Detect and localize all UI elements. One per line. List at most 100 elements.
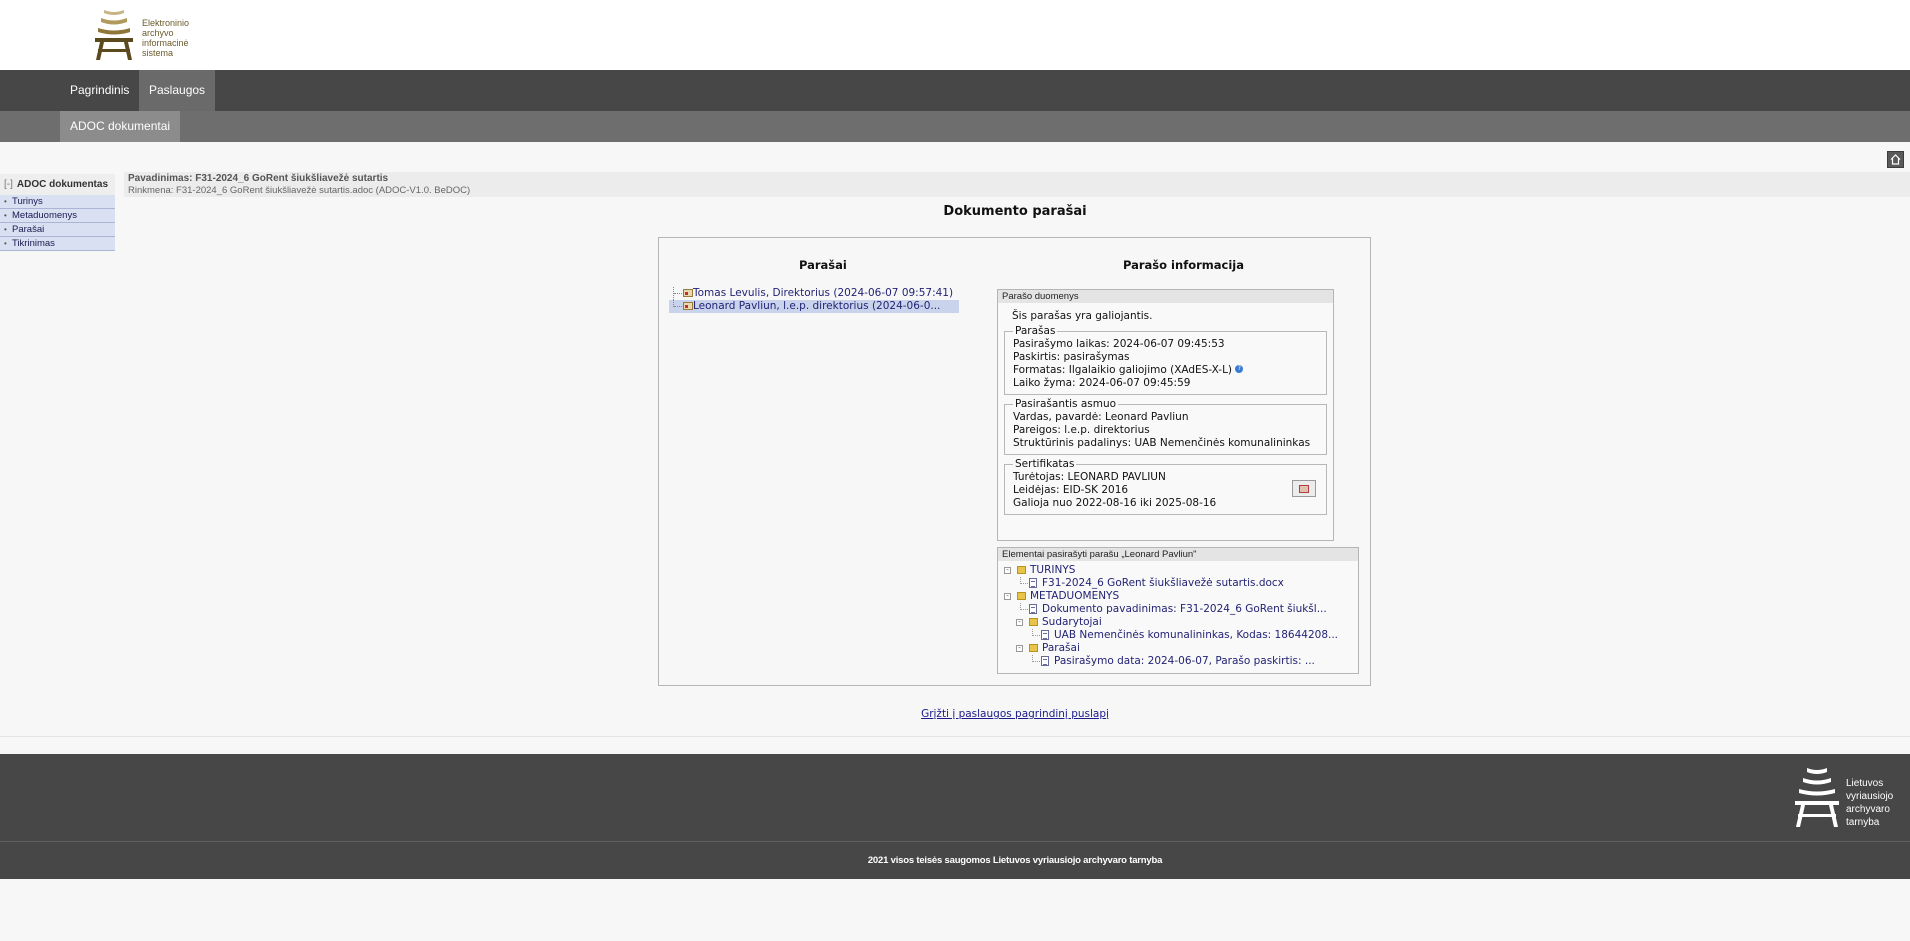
tree-node-label: UAB Nemenčinės komunalininkas, Kodas: 18… (1054, 629, 1339, 641)
document-info-bar: Pavadinimas: F31-2024_6 GoRent šiukšliav… (124, 172, 1910, 197)
signature-info-heading: Parašo informacija (1123, 258, 1244, 272)
logo-line: archyvo (142, 28, 174, 38)
signature-label: Tomas Levulis, Direktorius (2024-06-07 0… (693, 287, 954, 299)
collapse-toggle-icon[interactable]: - (1004, 567, 1011, 574)
signature-valid-status: Šis parašas yra galiojantis. (1012, 310, 1153, 322)
signer-fieldset: Pasirašantis asmuo Vardas, pavardė: Leon… (1004, 398, 1327, 455)
side-menu-item-tikrinimas[interactable]: Tikrinimas (0, 237, 115, 251)
signer-legend: Pasirašantis asmuo (1015, 398, 1117, 410)
document-icon (1041, 656, 1049, 666)
signature-item[interactable]: Tomas Levulis, Direktorius (2024-06-07 0… (669, 287, 969, 300)
tree-connector (1032, 629, 1040, 636)
document-icon (1041, 630, 1049, 640)
signature-legend: Parašas (1015, 325, 1056, 337)
page-title: Dokumento parašai (943, 204, 1087, 219)
signed-elements-panel: Elementai pasirašyti parašu „Leonard Pav… (997, 547, 1359, 674)
tree-node-file[interactable]: F31-2024_6 GoRent šiukšliavežė sutartis.… (998, 577, 1358, 590)
tree-node-label: METADUOMENYS (1030, 590, 1120, 602)
eais-logo[interactable]: Elektroninio archyvo informacinė sistema (92, 8, 212, 62)
document-name: Pavadinimas: F31-2024_6 GoRent šiukšliav… (128, 173, 389, 184)
nav-item-paslaugos[interactable]: Paslaugos (139, 70, 216, 111)
tree-connector (673, 287, 683, 300)
tree-node-turinys[interactable]: - TURINYS (998, 564, 1358, 577)
home-icon (1890, 154, 1901, 165)
signing-purpose: Paskirtis: pasirašymas (1013, 351, 1130, 363)
logo-text: Elektroninio archyvo informacinė sistema (142, 18, 189, 58)
tree-node-sudarytojai[interactable]: - Sudarytojai (998, 616, 1358, 629)
signature-format-row: Formatas: Ilgalaikio galiojimo (XAdES-X-… (1013, 364, 1318, 377)
view-certificate-button[interactable] (1292, 480, 1316, 497)
tree-connector (1020, 577, 1028, 584)
tree-node-parasai[interactable]: - Parašai (998, 642, 1358, 655)
signature-data-panel: Parašo duomenys Šis parašas yra galiojan… (997, 289, 1334, 541)
side-menu-item-parasai[interactable]: Parašai (0, 223, 115, 237)
content-divider (0, 736, 1910, 737)
certificate-legend: Sertifikatas (1015, 458, 1075, 470)
logo-line: sistema (142, 48, 174, 58)
signing-time: Pasirašymo laikas: 2024-06-07 09:45:53 (1013, 338, 1225, 350)
tree-node-label: F31-2024_6 GoRent šiukšliavežė sutartis.… (1042, 577, 1284, 589)
certificate-validity: Galioja nuo 2022-08-16 iki 2025-08-16 (1013, 497, 1217, 509)
logo-line: informacinė (142, 38, 189, 48)
tree-connector (1032, 655, 1040, 662)
folder-icon (1029, 644, 1038, 652)
signature-format: Formatas: Ilgalaikio galiojimo (XAdES-X-… (1013, 364, 1233, 376)
signer-unit: Struktūrinis padalinys: UAB Nemenčinės k… (1013, 437, 1311, 449)
side-menu-title[interactable]: [-] ADOC dokumentas (0, 174, 115, 195)
tree-node-label: Parašai (1042, 642, 1080, 654)
signature-icon (683, 289, 693, 297)
archive-logo-icon (95, 10, 133, 60)
signatures-tree: Tomas Levulis, Direktorius (2024-06-07 0… (669, 287, 969, 313)
signature-icon (683, 302, 693, 310)
back-to-service-link[interactable]: Grįžti į paslaugos pagrindinį puslapį (0, 708, 1910, 720)
side-menu-title-label: ADOC dokumentas (16, 179, 109, 190)
footer-logo-line: archyvaro (1846, 804, 1890, 815)
folder-icon (1017, 566, 1026, 574)
subnav-item-adoc[interactable]: ADOC dokumentai (60, 111, 181, 142)
signature-data-title: Parašo duomenys (998, 290, 1333, 303)
tree-node-doc-title[interactable]: Dokumento pavadinimas: F31-2024_6 GoRent… (998, 603, 1358, 616)
footer-logo-line: tarnyba (1846, 817, 1880, 828)
certificate-holder: Turėtojas: LEONARD PAVLIUN (1013, 471, 1166, 483)
footer-separator (0, 841, 1910, 842)
header: Elektroninio archyvo informacinė sistema (0, 0, 1910, 70)
tree-connector (1020, 603, 1028, 610)
nav-item-pagrindinis[interactable]: Pagrindinis (60, 70, 139, 111)
sub-nav: ADOC dokumentai (0, 111, 1910, 142)
signer-name: Vardas, pavardė: Leonard Pavliun (1013, 411, 1189, 423)
folder-icon (1029, 618, 1038, 626)
tree-node-signing-date[interactable]: Pasirašymo data: 2024-06-07, Parašo pask… (998, 655, 1358, 668)
certificate-icon (1299, 484, 1309, 493)
signer-position: Pareigos: l.e.p. direktorius (1013, 424, 1150, 436)
folder-icon (1017, 592, 1026, 600)
footer-logo-line: vyriausiojo (1846, 791, 1894, 802)
document-icon (1029, 578, 1037, 588)
footer-logo-text: Lietuvos vyriausiojo archyvaro tarnyba (1846, 777, 1893, 829)
tree-node-creator[interactable]: UAB Nemenčinės komunalininkas, Kodas: 18… (998, 629, 1358, 642)
signatures-box: Parašai Parašo informacija Tomas Levulis… (658, 237, 1371, 686)
question-icon[interactable]: ? (1235, 365, 1244, 373)
tree-node-metaduomenys[interactable]: - METADUOMENYS (998, 590, 1358, 603)
timestamp: Laiko žyma: 2024-06-07 09:45:59 (1013, 377, 1191, 389)
copyright-text: 2021 visos teisės saugomos Lietuvos vyri… (867, 855, 1163, 866)
collapse-toggle-icon[interactable]: - (1004, 593, 1011, 600)
collapse-toggle-icon[interactable]: - (1016, 645, 1023, 652)
tree-node-label: Pasirašymo data: 2024-06-07, Parašo pask… (1054, 655, 1315, 667)
collapse-toggle-icon[interactable]: - (1016, 619, 1023, 626)
document-icon (1029, 604, 1037, 614)
certificate-issuer: Leidėjas: EID-SK 2016 (1013, 484, 1129, 496)
archive-logo-icon (1795, 768, 1839, 827)
tree-node-label: TURINYS (1030, 564, 1076, 576)
tree-connector (673, 300, 683, 307)
signed-elements-tree: - TURINYS F31-2024_6 GoRent šiukšliavežė… (998, 564, 1358, 668)
signature-label: Leonard Pavliun, l.e.p. direktorius (202… (693, 300, 941, 312)
home-button[interactable] (1887, 151, 1904, 168)
main-nav: Pagrindinis Paslaugos (0, 70, 1910, 111)
signature-fieldset: Parašas Pasirašymo laikas: 2024-06-07 09… (1004, 325, 1327, 395)
signature-item-selected[interactable]: Leonard Pavliun, l.e.p. direktorius (202… (669, 300, 959, 313)
document-container: Rinkmena: F31-2024_6 GoRent šiukšliavežė… (128, 185, 471, 196)
signatures-heading: Parašai (799, 258, 847, 272)
lvat-logo[interactable]: Lietuvos vyriausiojo archyvaro tarnyba (1791, 766, 1893, 829)
signed-elements-title: Elementai pasirašyti parašu „Leonard Pav… (998, 548, 1358, 561)
logo-line: Elektroninio (142, 18, 190, 28)
